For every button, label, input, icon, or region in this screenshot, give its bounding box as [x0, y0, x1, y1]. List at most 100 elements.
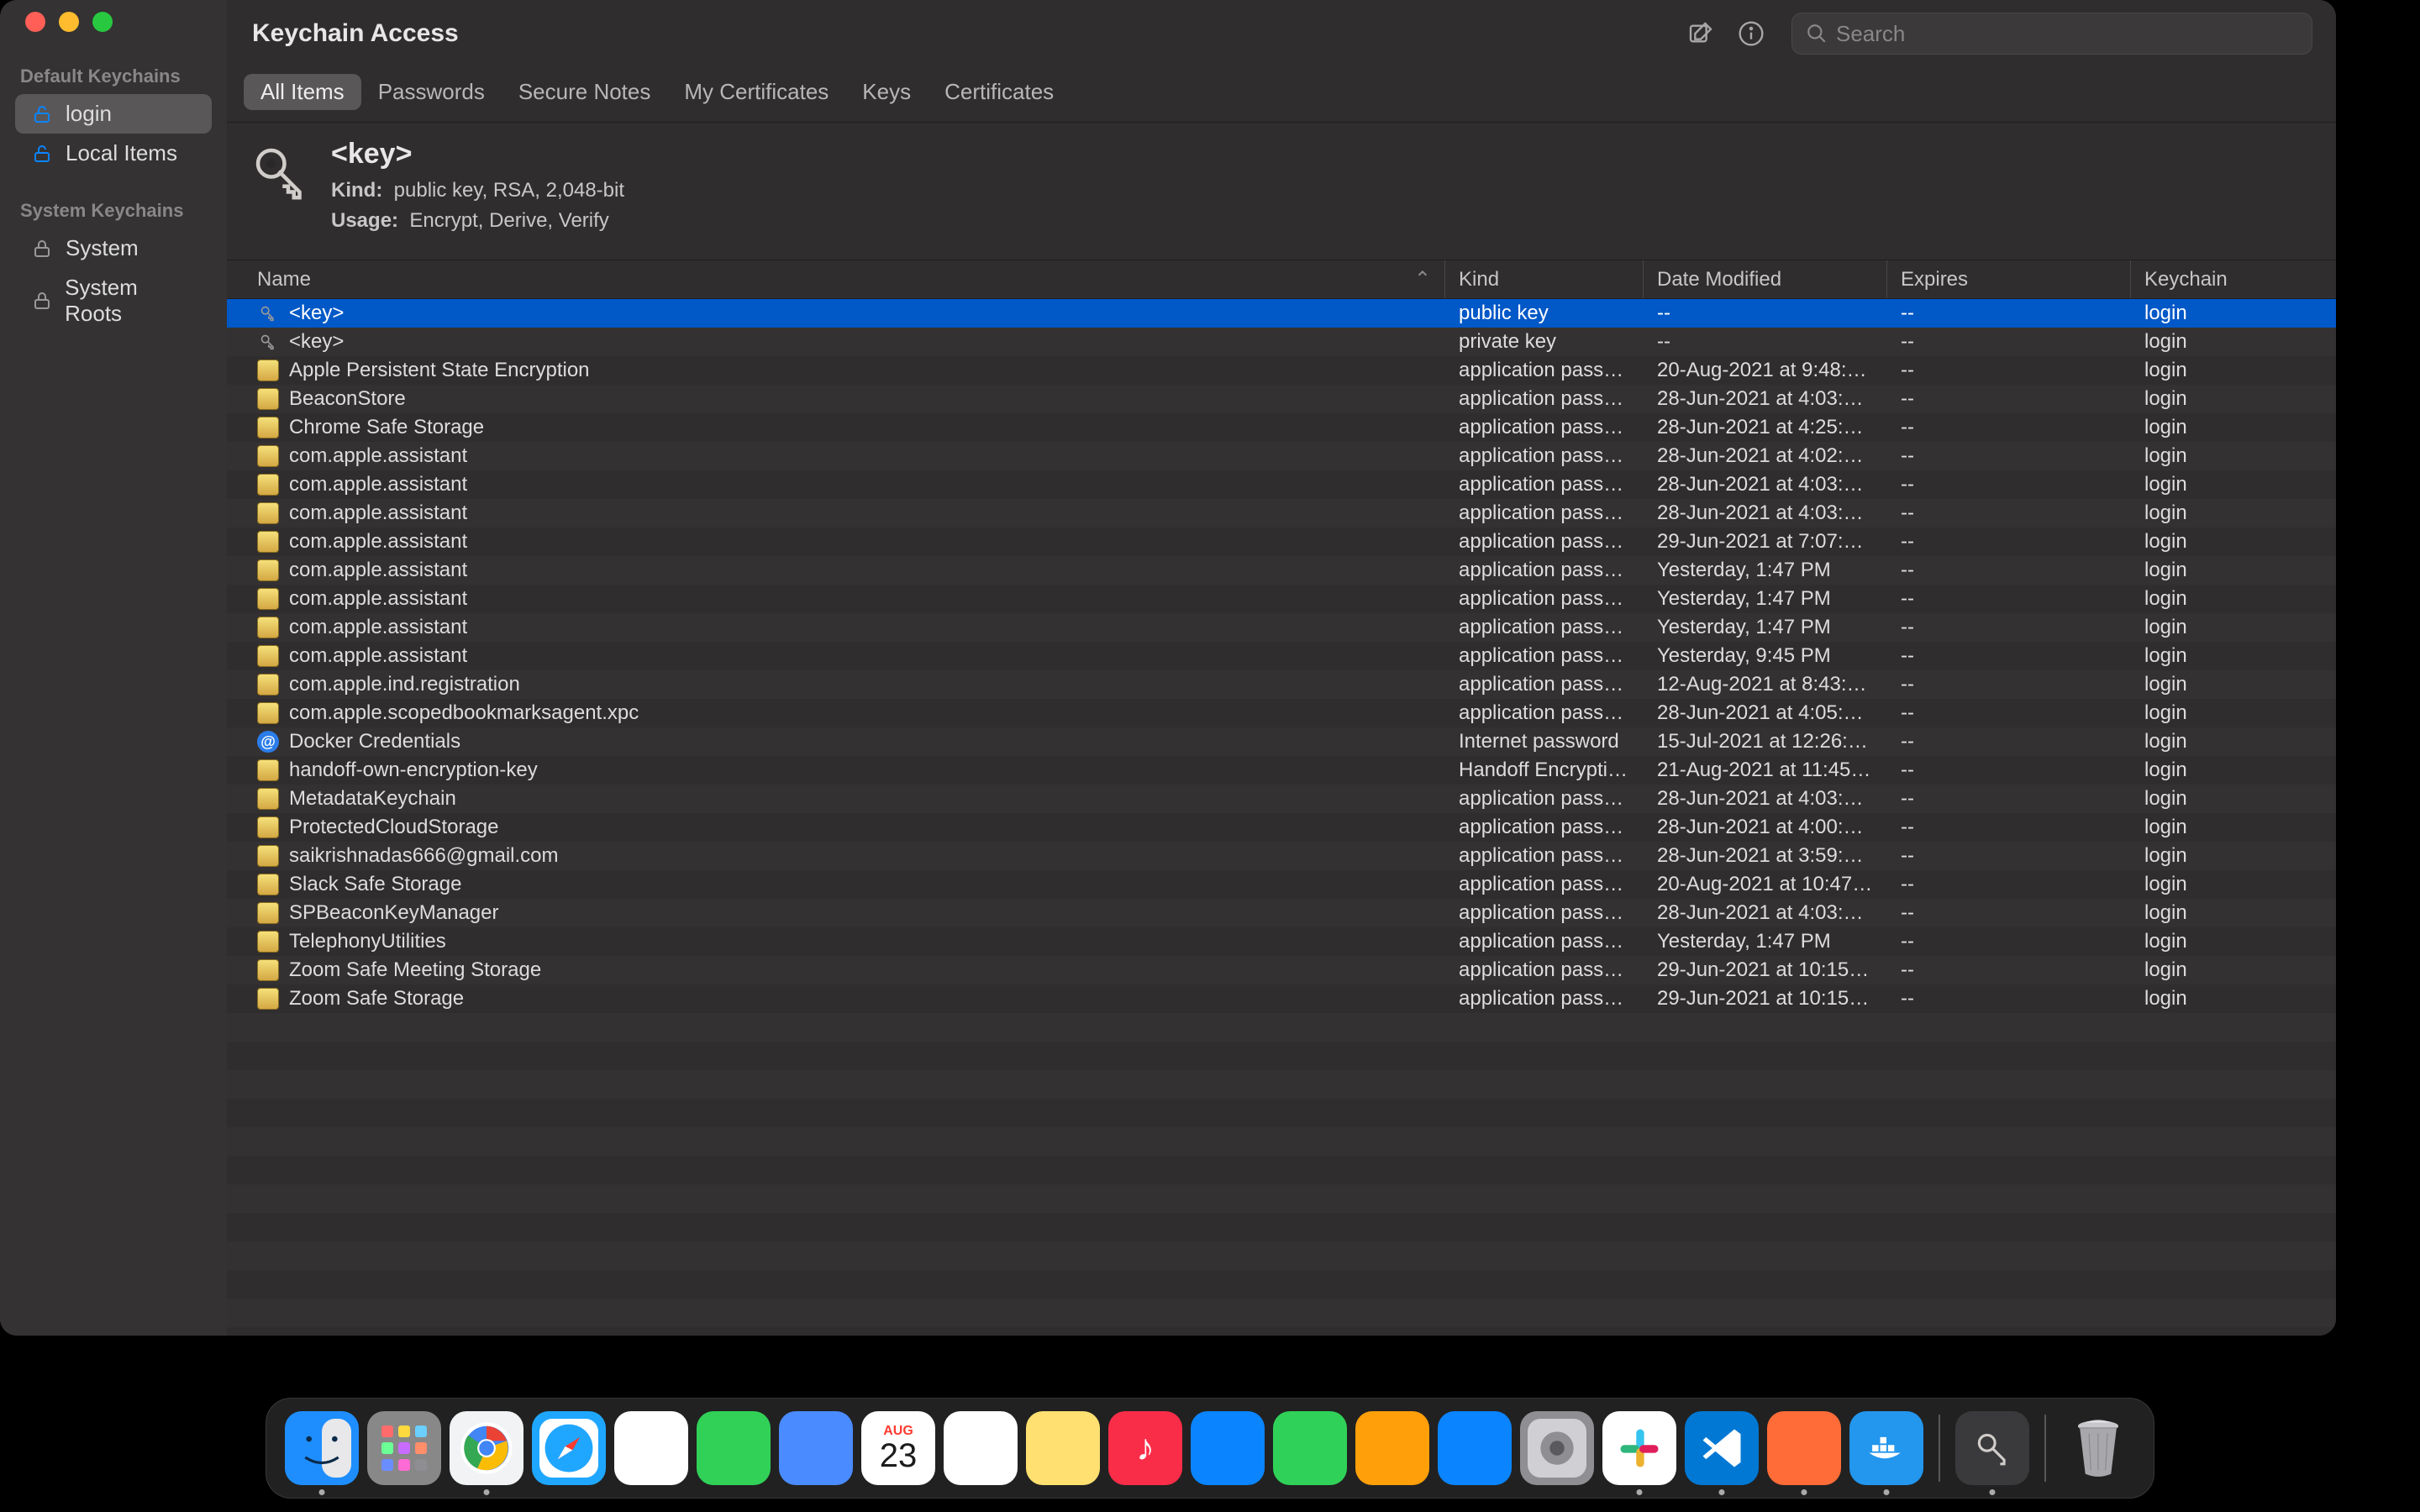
table-row[interactable]: com.apple.assistantapplication passwordY…: [227, 613, 2336, 642]
row-kind: application password: [1445, 473, 1644, 496]
row-date: 28-Jun-2021 at 4:02:38…: [1644, 444, 1887, 468]
column-name[interactable]: Name⌃: [227, 260, 1445, 298]
tab-secure-notes[interactable]: Secure Notes: [502, 74, 668, 110]
dock-app-docker[interactable]: [1849, 1411, 1923, 1485]
row-kind: application password: [1445, 987, 1644, 1011]
search-input[interactable]: [1836, 21, 2298, 47]
table-row[interactable]: <key>private key----login: [227, 328, 2336, 356]
table-row[interactable]: com.apple.assistantapplication passwordY…: [227, 642, 2336, 670]
table-row[interactable]: com.apple.assistantapplication password2…: [227, 470, 2336, 499]
application-password-icon: [257, 531, 279, 553]
row-expires: --: [1887, 359, 2131, 382]
column-kind[interactable]: Kind: [1445, 260, 1644, 298]
table-row[interactable]: com.apple.assistantapplication password2…: [227, 528, 2336, 556]
row-expires: --: [1887, 644, 2131, 668]
dock-app-finder[interactable]: [285, 1411, 359, 1485]
sidebar-item-local-items[interactable]: Local Items: [15, 134, 212, 173]
row-keychain: login: [2131, 787, 2336, 811]
column-date-modified[interactable]: Date Modified: [1644, 260, 1887, 298]
close-window-button[interactable]: [25, 12, 45, 32]
row-keychain: login: [2131, 302, 2336, 325]
row-expires: --: [1887, 387, 2131, 411]
row-keychain: login: [2131, 501, 2336, 525]
row-kind: application password: [1445, 673, 1644, 696]
dock-app-launchpad[interactable]: [367, 1411, 441, 1485]
dock-app-appstore[interactable]: [1438, 1411, 1512, 1485]
table-header: Name⌃ Kind Date Modified Expires Keychai…: [227, 260, 2336, 299]
table-row[interactable]: MetadataKeychainapplication password28-J…: [227, 785, 2336, 813]
search-box[interactable]: [1791, 13, 2312, 55]
row-kind: application password: [1445, 644, 1644, 668]
tab-passwords[interactable]: Passwords: [361, 74, 502, 110]
tab-keys[interactable]: Keys: [845, 74, 928, 110]
info-button[interactable]: [1734, 17, 1768, 50]
application-password-icon: [257, 874, 279, 895]
table-row[interactable]: Slack Safe Storageapplication password20…: [227, 870, 2336, 899]
row-expires: --: [1887, 873, 2131, 896]
tab-certificates[interactable]: Certificates: [928, 74, 1071, 110]
table-row[interactable]: com.apple.assistantapplication password2…: [227, 442, 2336, 470]
table-row[interactable]: saikrishnadas666@gmail.comapplication pa…: [227, 842, 2336, 870]
sidebar-item-login[interactable]: login: [15, 94, 212, 134]
table-row[interactable]: Chrome Safe Storageapplication password2…: [227, 413, 2336, 442]
table-row[interactable]: com.apple.ind.registrationapplication pa…: [227, 670, 2336, 699]
row-kind: public key: [1445, 302, 1644, 325]
compose-button[interactable]: [1684, 17, 1718, 50]
row-name: Slack Safe Storage: [289, 873, 461, 896]
dock-app-music[interactable]: ♪: [1108, 1411, 1182, 1485]
table-row[interactable]: handoff-own-encryption-key Handoff Encryp…: [227, 756, 2336, 785]
row-expires: --: [1887, 816, 2131, 839]
table-row[interactable]: com.apple.assistantapplication password2…: [227, 499, 2336, 528]
table-row[interactable]: ProtectedCloudStorageapplication passwor…: [227, 813, 2336, 842]
row-name: handoff-own-encryption-key: [289, 759, 538, 782]
tab-my-certificates[interactable]: My Certificates: [667, 74, 845, 110]
dock-app-reminders[interactable]: [944, 1411, 1018, 1485]
dock-app-safari[interactable]: [532, 1411, 606, 1485]
row-name: com.apple.assistant: [289, 530, 467, 554]
minimize-window-button[interactable]: [59, 12, 79, 32]
column-expires[interactable]: Expires: [1887, 260, 2131, 298]
row-keychain: login: [2131, 930, 2336, 953]
row-keychain: login: [2131, 844, 2336, 868]
table-row[interactable]: TelephonyUtilitiesapplication passwordYe…: [227, 927, 2336, 956]
table-row[interactable]: com.apple.assistantapplication passwordY…: [227, 556, 2336, 585]
dock-app-calendar[interactable]: AUG23: [861, 1411, 935, 1485]
table-row[interactable]: Zoom Safe Meeting Storageapplication pas…: [227, 956, 2336, 984]
table-row[interactable]: Zoom Safe Storageapplication password29-…: [227, 984, 2336, 1013]
table-row[interactable]: com.apple.assistantapplication passwordY…: [227, 585, 2336, 613]
dock-app-zoom[interactable]: [779, 1411, 853, 1485]
dock-app-photos[interactable]: [614, 1411, 688, 1485]
dock-app-slack[interactable]: [1602, 1411, 1676, 1485]
dock-app-notes[interactable]: [1026, 1411, 1100, 1485]
row-kind: Internet password: [1445, 730, 1644, 753]
sidebar-item-system-roots[interactable]: System Roots: [15, 268, 212, 333]
table-row[interactable]: com.apple.scopedbookmarksagent.xpcapplic…: [227, 699, 2336, 727]
dock-app-pages[interactable]: [1355, 1411, 1429, 1485]
table-row[interactable]: SPBeaconKeyManagerapplication password28…: [227, 899, 2336, 927]
items-table[interactable]: <key>public key----login<key>private key…: [227, 299, 2336, 1336]
zoom-window-button[interactable]: [92, 12, 113, 32]
dock-app-postman[interactable]: [1767, 1411, 1841, 1485]
row-kind: Handoff Encryption…: [1445, 759, 1644, 782]
dock-app-vscode[interactable]: [1685, 1411, 1759, 1485]
sort-asc-icon: ⌃: [1414, 267, 1431, 291]
dock-app-keynote[interactable]: [1191, 1411, 1265, 1485]
dock-trash[interactable]: [2061, 1411, 2135, 1485]
table-row[interactable]: @Docker CredentialsInternet password15-J…: [227, 727, 2336, 756]
column-keychain[interactable]: Keychain: [2131, 260, 2336, 298]
sidebar-item-system[interactable]: System: [15, 228, 212, 268]
dock-app-settings[interactable]: [1520, 1411, 1594, 1485]
dock-app-numbers[interactable]: [1273, 1411, 1347, 1485]
tab-all-items[interactable]: All Items: [244, 74, 361, 110]
table-row[interactable]: <key>public key----login: [227, 299, 2336, 328]
dock-app-chrome[interactable]: [450, 1411, 523, 1485]
row-kind: private key: [1445, 330, 1644, 354]
row-keychain: login: [2131, 616, 2336, 639]
dock-separator: [2044, 1415, 2046, 1482]
table-row[interactable]: BeaconStoreapplication password28-Jun-20…: [227, 385, 2336, 413]
detail-usage-value: Encrypt, Derive, Verify: [409, 209, 608, 232]
table-row[interactable]: Apple Persistent State Encryptionapplica…: [227, 356, 2336, 385]
unlock-icon: [30, 142, 54, 165]
dock-app-keychain[interactable]: [1955, 1411, 2029, 1485]
dock-app-facetime[interactable]: [697, 1411, 771, 1485]
